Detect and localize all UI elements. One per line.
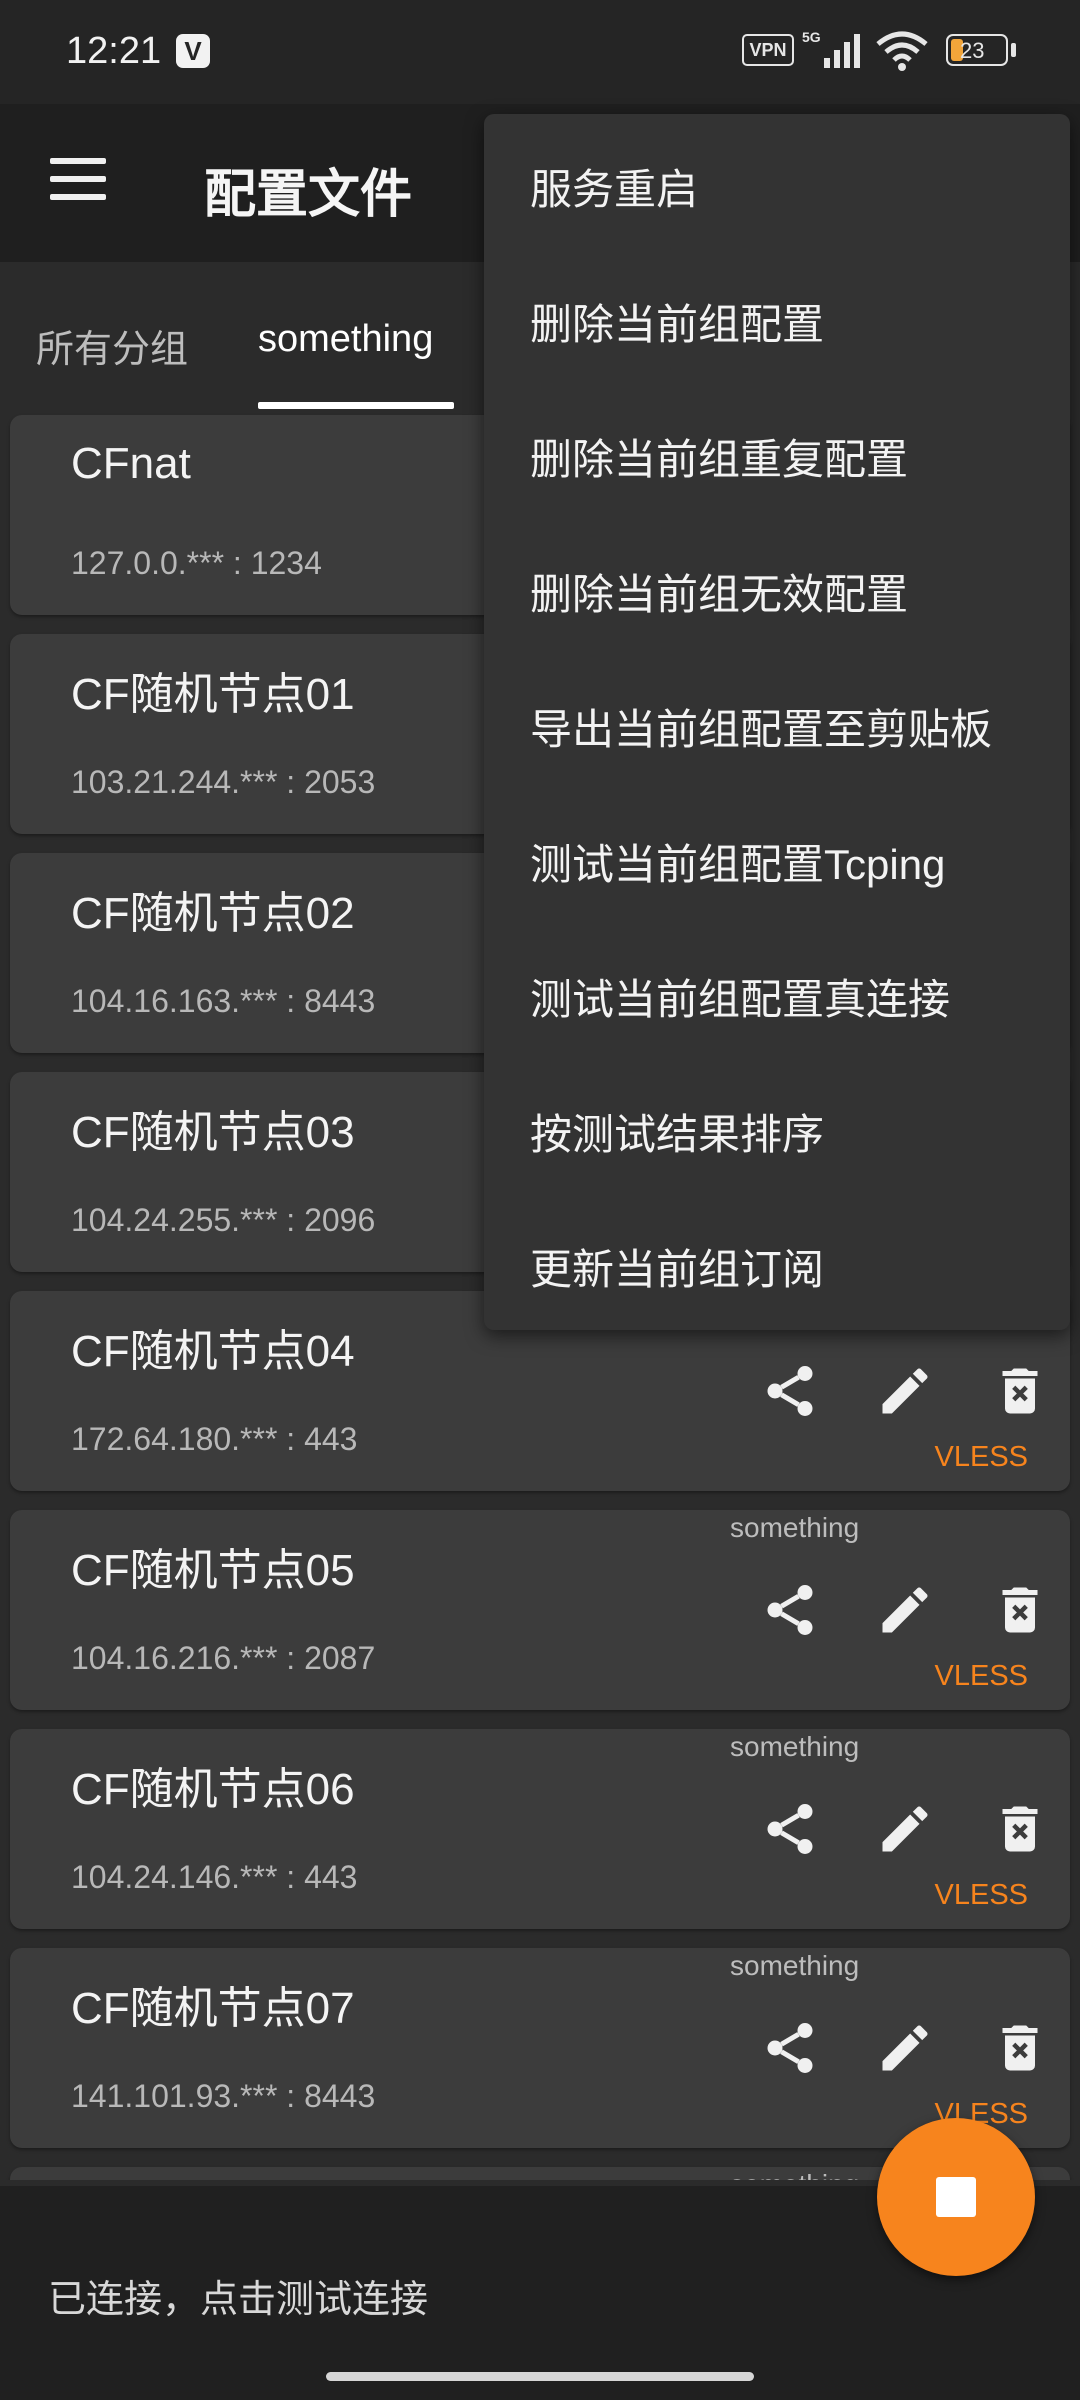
edit-icon[interactable]	[875, 1361, 935, 1421]
profile-group: something	[730, 2169, 859, 2180]
stop-icon	[936, 2177, 976, 2217]
tab-something[interactable]: something	[258, 318, 433, 361]
profile-card[interactable]: something CF随机节点06 104.24.146.*** : 443 …	[10, 1729, 1070, 1929]
network-type: 5G	[802, 29, 821, 45]
profile-name: CF随机节点01	[71, 670, 355, 719]
menu-item-test-tcping[interactable]: 测试当前组配置Tcping	[484, 789, 1070, 924]
menu-item-label: 服务重启	[530, 166, 699, 213]
menu-item-label: 删除当前组重复配置	[530, 436, 909, 483]
battery-nub	[1011, 43, 1016, 57]
profile-group: something	[730, 1731, 860, 1762]
profile-name: CF随机节点04	[71, 1327, 355, 1376]
overflow-menu: 服务重启 删除当前组配置 删除当前组重复配置 删除当前组无效配置 导出当前组配置…	[484, 114, 1070, 1330]
tab-indicator	[258, 402, 454, 409]
stop-vpn-button[interactable]	[877, 2118, 1035, 2276]
profile-address: 104.16.163.*** : 8443	[71, 983, 376, 1019]
profile-name: CF随机节点02	[71, 889, 355, 938]
menu-item-update-subscription[interactable]: 更新当前组订阅	[484, 1194, 1070, 1329]
menu-item-label: 按测试结果排序	[530, 1111, 825, 1158]
share-icon[interactable]	[760, 2018, 820, 2078]
app-notification-icon: V	[176, 34, 210, 68]
status-bar: 12:21 V VPN 5G 23	[0, 0, 1080, 104]
profile-group: something	[730, 1950, 860, 1981]
protocol-badge: VLESS	[934, 1660, 1029, 1692]
hamburger-menu-icon[interactable]	[50, 158, 106, 202]
profile-address: 141.101.93.*** : 8443	[71, 2078, 376, 2114]
menu-item-test-real-connection[interactable]: 测试当前组配置真连接	[484, 924, 1070, 1059]
protocol-badge: VLESS	[934, 1441, 1029, 1473]
delete-icon[interactable]	[990, 1361, 1050, 1421]
profile-name: CF随机节点06	[71, 1765, 355, 1814]
menu-item-label: 测试当前组配置Tcping	[530, 841, 946, 888]
signal-icon: 5G	[802, 29, 860, 68]
menu-item-label: 测试当前组配置真连接	[530, 976, 951, 1023]
menu-item-restart-service[interactable]: 服务重启	[484, 114, 1070, 249]
menu-item-delete-duplicate-configs[interactable]: 删除当前组重复配置	[484, 384, 1070, 519]
share-icon[interactable]	[760, 1580, 820, 1640]
delete-icon[interactable]	[990, 1799, 1050, 1859]
menu-item-label: 删除当前组配置	[530, 301, 825, 348]
status-time: 12:21	[66, 30, 162, 72]
edit-icon[interactable]	[875, 1799, 935, 1859]
delete-icon[interactable]	[990, 1580, 1050, 1640]
menu-item-export-to-clipboard[interactable]: 导出当前组配置至剪贴板	[484, 654, 1070, 789]
menu-item-label: 更新当前组订阅	[530, 1246, 825, 1293]
edit-icon[interactable]	[875, 1580, 935, 1640]
menu-item-label: 导出当前组配置至剪贴板	[530, 706, 993, 753]
menu-item-label: 删除当前组无效配置	[530, 571, 909, 618]
share-icon[interactable]	[760, 1799, 820, 1859]
profile-address: 172.64.180.*** : 443	[71, 1421, 358, 1457]
profile-address: 104.24.255.*** : 2096	[71, 1202, 376, 1238]
profile-name: CFnat	[71, 439, 191, 488]
profile-card[interactable]: something CF随机节点05 104.16.216.*** : 2087…	[10, 1510, 1070, 1710]
profile-group: something	[730, 1512, 860, 1543]
protocol-badge: VLESS	[934, 1879, 1029, 1911]
profile-card[interactable]: something CF随机节点07 141.101.93.*** : 8443…	[10, 1948, 1070, 2148]
wifi-icon	[876, 31, 928, 71]
tab-all-groups[interactable]: 所有分组	[36, 318, 188, 373]
battery-icon: 23	[946, 34, 1008, 66]
profile-address: 104.24.146.*** : 443	[71, 1859, 358, 1895]
share-icon[interactable]	[760, 1361, 820, 1421]
edit-icon[interactable]	[875, 2018, 935, 2078]
connection-status-text[interactable]: 已连接，点击测试连接	[48, 2268, 428, 2323]
profile-address: 127.0.0.*** : 1234	[71, 545, 322, 581]
menu-item-sort-by-result[interactable]: 按测试结果排序	[484, 1059, 1070, 1194]
profile-address: 103.21.244.*** : 2053	[71, 764, 376, 800]
menu-item-delete-group-configs[interactable]: 删除当前组配置	[484, 249, 1070, 384]
profile-name: CF随机节点07	[71, 1984, 355, 2033]
home-indicator[interactable]	[326, 2372, 754, 2381]
vpn-icon: VPN	[742, 34, 794, 66]
profile-name: CF随机节点03	[71, 1108, 355, 1157]
profile-address: 104.16.216.*** : 2087	[71, 1640, 376, 1676]
profile-name: CF随机节点05	[71, 1546, 355, 1595]
page-title: 配置文件	[204, 166, 413, 224]
menu-item-delete-invalid-configs[interactable]: 删除当前组无效配置	[484, 519, 1070, 654]
delete-icon[interactable]	[990, 2018, 1050, 2078]
battery-level: 23	[960, 38, 985, 63]
